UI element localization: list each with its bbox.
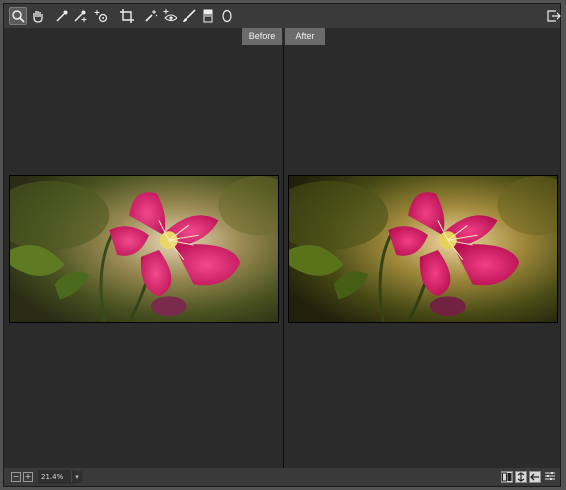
graduated-filter-icon[interactable] [199, 7, 217, 25]
settings-icon[interactable] [545, 471, 557, 483]
before-photo [9, 175, 279, 323]
zoom-out-button[interactable]: − [11, 472, 21, 482]
before-label: Before [242, 28, 282, 45]
eyedropper-icon[interactable] [53, 7, 71, 25]
color-sampler-icon[interactable] [71, 7, 89, 25]
radial-filter-icon[interactable] [218, 7, 236, 25]
after-photo [288, 175, 558, 323]
red-eye-icon[interactable] [161, 7, 179, 25]
spot-removal-icon[interactable] [142, 7, 160, 25]
compare-divider[interactable] [283, 45, 284, 468]
export-icon[interactable] [545, 7, 563, 25]
toolbar [4, 4, 563, 28]
statusbar: − + 21.4% ▾ [4, 468, 560, 486]
target-adjust-icon[interactable] [92, 7, 110, 25]
copy-settings-icon[interactable] [529, 471, 541, 483]
after-label: After [285, 28, 325, 45]
swap-icon[interactable] [515, 471, 527, 483]
crop-icon[interactable] [118, 7, 136, 25]
compare-view-icon[interactable] [501, 471, 513, 483]
zoom-icon[interactable] [9, 7, 27, 25]
brush-icon[interactable] [180, 7, 198, 25]
zoom-in-button[interactable]: + [23, 472, 33, 482]
zoom-level-field[interactable]: 21.4% [38, 470, 74, 484]
zoom-dropdown-arrow[interactable]: ▾ [71, 471, 82, 483]
hand-icon[interactable] [29, 7, 47, 25]
